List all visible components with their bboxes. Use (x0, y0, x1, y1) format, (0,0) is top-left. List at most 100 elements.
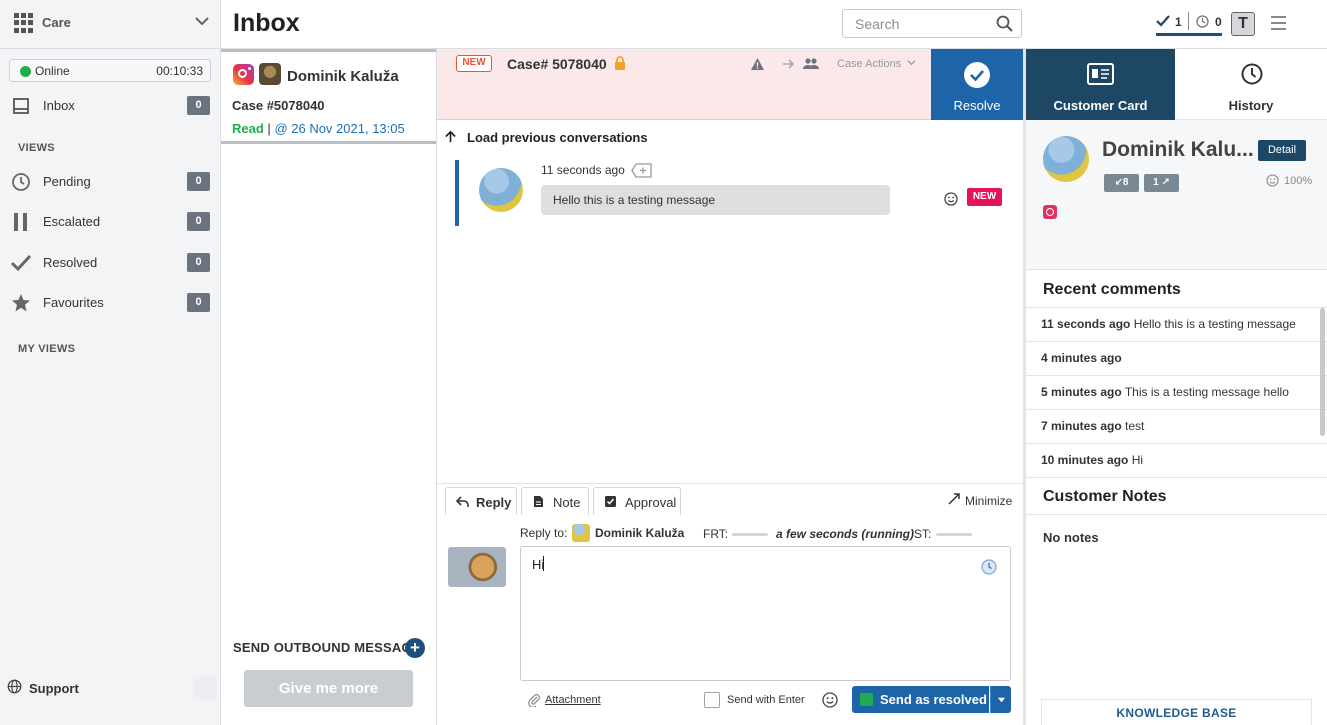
tab-reply[interactable]: Reply (445, 487, 517, 515)
comment-item[interactable]: 5 minutes ago This is a testing message … (1041, 385, 1289, 399)
paperclip-icon[interactable] (527, 693, 541, 707)
comment-text: Hi (1131, 453, 1144, 467)
message-new-badge: NEW (967, 188, 1002, 206)
team-icon[interactable] (803, 57, 819, 70)
case-actions-dropdown[interactable]: Case Actions (837, 58, 916, 70)
pending-clock-icon (1196, 15, 1209, 28)
minimize-icon[interactable] (948, 493, 960, 505)
tab-history[interactable]: History (1175, 49, 1327, 120)
sidebar-item-label: Escalated (43, 214, 101, 229)
sidebar-item-resolved[interactable]: Resolved 0 (0, 245, 220, 281)
search-input[interactable] (855, 16, 985, 32)
send-as-resolved-button[interactable]: Send as resolved (852, 686, 989, 713)
comment-time: 10 minutes ago (1041, 453, 1129, 467)
divider (0, 48, 220, 49)
case-list-item[interactable]: Dominik Kaluža Case #5078040 Read | @ 26… (221, 49, 436, 144)
give-me-more-button[interactable]: Give me more (244, 670, 413, 707)
search-icon[interactable] (996, 15, 1013, 32)
caret-down-icon (997, 697, 1006, 703)
comment-item[interactable]: 11 seconds ago Hello this is a testing m… (1041, 317, 1296, 331)
agent-avatar-selector[interactable] (448, 547, 506, 587)
checkmark-icon (964, 62, 990, 88)
tab-label: History (1228, 98, 1274, 113)
knowledge-base-button[interactable]: KNOWLEDGE BASE (1041, 699, 1312, 725)
tab-approval[interactable]: Approval (593, 487, 681, 515)
reply-icon (456, 496, 469, 507)
plus-icon[interactable]: + (405, 638, 425, 658)
search-box[interactable] (842, 9, 1022, 38)
history-clock-icon (1241, 63, 1263, 85)
tab-customer-card[interactable]: Customer Card (1026, 49, 1175, 120)
add-tag-icon[interactable] (631, 163, 653, 178)
minimize-button[interactable]: Minimize (965, 494, 1012, 508)
collapse-sidebar-button[interactable] (193, 676, 217, 700)
warning-icon[interactable] (750, 57, 765, 71)
sentiment-icon[interactable] (944, 192, 958, 206)
resolved-check-icon (1156, 15, 1170, 27)
customer-name: Dominik Kalu... (1102, 138, 1254, 161)
comments-scrollbar[interactable] (1320, 308, 1325, 436)
recipient-avatar (572, 524, 590, 542)
emoji-icon[interactable] (822, 692, 838, 708)
menu-icon[interactable] (1271, 16, 1286, 30)
reply-composer[interactable]: Hi (520, 546, 1011, 681)
user-avatar[interactable]: T (1231, 12, 1255, 36)
pending-counter[interactable]: 0 (1215, 15, 1222, 29)
send-options-dropdown[interactable] (990, 686, 1011, 713)
globe-icon[interactable] (7, 679, 22, 694)
send-with-enter-checkbox[interactable] (704, 692, 720, 708)
resolved-counter[interactable]: 1 (1175, 15, 1182, 29)
comment-time: 4 minutes ago (1041, 351, 1122, 365)
comment-item[interactable]: 7 minutes ago test (1041, 419, 1144, 433)
counter-underline (1156, 33, 1222, 36)
satisfaction-value: 100% (1284, 175, 1313, 187)
pause-icon (14, 213, 27, 231)
comment-item[interactable]: 10 minutes ago Hi (1041, 453, 1143, 467)
send-outbound-label: SEND OUTBOUND MESSAGE (233, 640, 421, 655)
sidebar-item-escalated[interactable]: Escalated 0 (0, 204, 220, 240)
customer-notes-title: Customer Notes (1043, 488, 1167, 505)
presence-timer: 00:10:33 (156, 64, 203, 78)
sidebar-item-inbox[interactable]: Inbox 0 (0, 88, 220, 124)
case-timestamp: @ 26 Nov 2021, 13:05 (274, 121, 405, 136)
note-icon (534, 496, 543, 507)
sidebar-item-pending[interactable]: Pending 0 (0, 164, 220, 200)
resolve-button[interactable]: Resolve (931, 49, 1023, 120)
chevron-down-icon[interactable] (193, 12, 211, 30)
instagram-icon[interactable] (1043, 205, 1057, 219)
forward-arrow-icon[interactable] (782, 58, 795, 70)
count-badge: 0 (187, 96, 210, 115)
attachment-link[interactable]: Attachment (545, 694, 601, 706)
case-actions-label: Case Actions (837, 58, 902, 70)
load-previous-conversations[interactable]: Load previous conversations (467, 130, 648, 145)
app-switcher-label[interactable]: Care (42, 15, 71, 30)
detail-button[interactable]: Detail (1258, 140, 1306, 161)
presence-status-selector[interactable]: Online 00:10:33 (9, 59, 211, 82)
frt-value: a few seconds (running) (776, 527, 915, 541)
instagram-icon (233, 64, 254, 85)
message-indicator-bar (455, 160, 459, 226)
message-text: Hello this is a testing message (553, 193, 716, 207)
chevron-down-icon (907, 60, 916, 66)
apps-grid-icon[interactable] (14, 13, 34, 33)
tab-note[interactable]: Note (521, 487, 589, 515)
count-badge: 0 (187, 172, 210, 191)
sidebar-item-favourites[interactable]: Favourites 0 (0, 285, 220, 321)
separator: | (267, 121, 271, 136)
divider (1026, 307, 1327, 308)
sidebar-item-label: Inbox (43, 98, 75, 113)
sidebar-item-label: Resolved (43, 255, 98, 270)
read-label: Read (232, 121, 264, 136)
approval-icon (605, 496, 616, 507)
reply-to-label: Reply to: (520, 526, 568, 540)
arrow-up-icon[interactable] (444, 130, 457, 143)
satisfaction-smile-icon (1266, 174, 1279, 187)
schedule-clock-icon[interactable] (981, 559, 997, 575)
divider (1026, 341, 1327, 342)
comment-text: test (1125, 419, 1145, 433)
comment-text: Hello this is a testing message (1133, 317, 1296, 331)
tab-label: Customer Card (1053, 98, 1148, 113)
support-link[interactable]: Support (29, 681, 79, 696)
comment-item[interactable]: 4 minutes ago (1041, 351, 1122, 365)
clock-icon (12, 173, 30, 191)
